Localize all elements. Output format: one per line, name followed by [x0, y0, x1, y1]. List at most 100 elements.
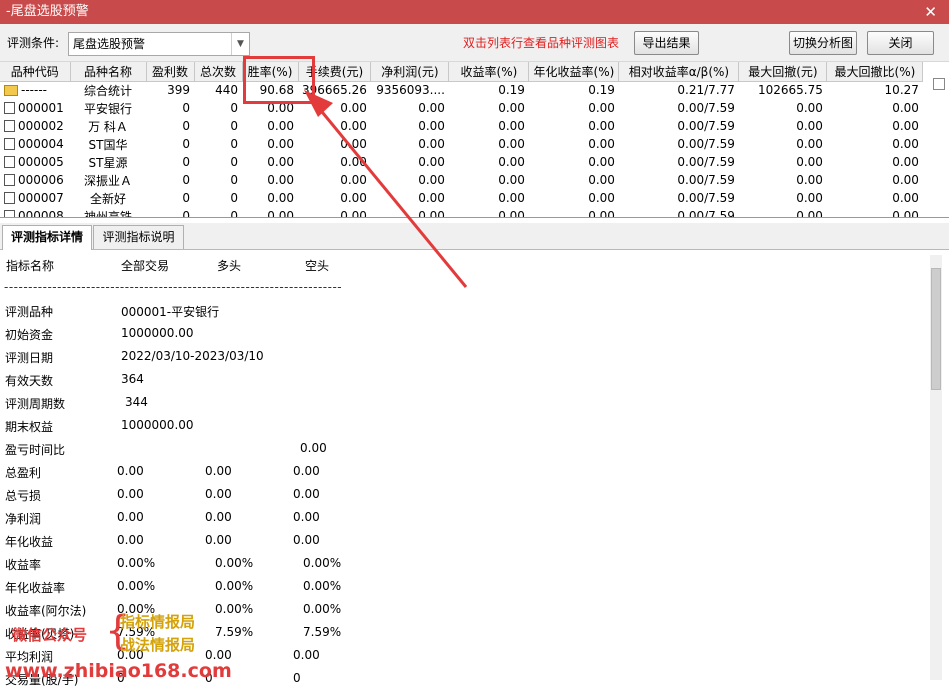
close-button[interactable]: 关闭 — [867, 31, 934, 55]
metric-value: 0.00 — [293, 464, 320, 478]
cell: 0.19 — [498, 83, 525, 98]
cell: 0.00 — [588, 155, 615, 169]
cell: 0.00 — [588, 191, 615, 205]
detail-header-name: 指标名称 — [6, 259, 55, 273]
cell: 全新好 — [89, 191, 126, 206]
cell: 0.00 — [267, 155, 294, 169]
cell-code-text: ------ — [21, 83, 47, 98]
cell: 0.00/7.59 — [677, 209, 735, 218]
column-header[interactable]: 品种名称 — [70, 62, 147, 82]
watermark-brand1: 指标情报局 — [120, 613, 196, 631]
table-row[interactable]: 000007 全新好 0 0 0.00 0.00 0.00 0.00 0.00 0.00/7.59… — [0, 189, 923, 207]
results-grid: 品种代码 品种名称 盈利数 总次数 胜率(%) 手续费(元) 净利润(元) 收益率(%) 年化收… — [0, 62, 949, 218]
metric-value: 7.59% — [303, 625, 342, 639]
metric-label: 收益率(阿尔法) — [5, 604, 87, 618]
metric-value: 0.00% — [303, 579, 342, 593]
cell-code-text: 000001 — [18, 101, 64, 115]
table-row[interactable]: 000008 神州高铁 0 0 0.00 0.00 0.00 0.00 0.00 0.00/7.5… — [0, 207, 923, 218]
grid-scroll-button[interactable] — [933, 78, 945, 90]
cell: 0.00 — [796, 101, 823, 115]
column-header[interactable]: 净利润(元) — [370, 62, 450, 82]
metric-value: 0.00% — [117, 579, 156, 593]
metric-value: 0.00% — [215, 602, 254, 616]
cell: 0.00 — [340, 119, 367, 133]
hint-text: 双击列表行查看品种评测图表 — [463, 36, 620, 50]
cell-code: 000005 — [0, 153, 70, 171]
info-label: 评测周期数 — [5, 397, 66, 411]
metric-value: 0.00 — [293, 487, 320, 501]
cell: 0.00 — [796, 209, 823, 218]
cell: ST国华 — [88, 137, 128, 152]
cell: 0 — [230, 101, 238, 115]
table-row[interactable]: 000005 ST星源 0 0 0.00 0.00 0.00 0.00 0.00 0.00/7.5… — [0, 153, 923, 171]
info-value: 1000000.00 — [121, 418, 194, 432]
watermark-site: www.zhibiao168.com — [5, 660, 232, 682]
column-header[interactable]: 盈利数 — [146, 62, 195, 82]
cell: 0 — [182, 173, 190, 187]
condition-label: 评测条件: — [7, 36, 60, 50]
column-header[interactable]: 年化收益率(%) — [528, 62, 620, 82]
condition-value: 尾盘选股预警 — [73, 37, 146, 51]
cell: 0.00/7.59 — [677, 191, 735, 205]
cell: 0.00/7.59 — [677, 137, 735, 151]
detail-header-long: 多头 — [217, 259, 242, 273]
cell: 0.00 — [267, 191, 294, 205]
cell: 0.00 — [418, 155, 445, 169]
column-header[interactable]: 最大回撤比(%) — [826, 62, 924, 82]
cell: 0.00 — [588, 209, 615, 218]
table-row[interactable]: 000004 ST国华 0 0 0.00 0.00 0.00 0.00 0.00 0.00/7.5… — [0, 135, 923, 153]
cell: 0.00 — [340, 173, 367, 187]
cell: 神州高铁 — [83, 209, 132, 218]
window-titlebar: -尾盘选股预警 ✕ — [0, 0, 949, 24]
cell: 0.00 — [267, 173, 294, 187]
watermark-brand2: 战法情报局 — [120, 636, 196, 654]
table-row[interactable]: ------ 综合统计 399 440 90.68 396665.26 9356093...… — [0, 81, 923, 99]
switch-chart-button[interactable]: 切换分析图 — [789, 31, 857, 55]
export-button[interactable]: 导出结果 — [634, 31, 699, 55]
chevron-down-icon[interactable]: ▼ — [231, 33, 249, 55]
metric-value: 0.00 — [117, 510, 144, 524]
cell: 0 — [182, 209, 190, 218]
close-icon[interactable]: ✕ — [924, 0, 937, 24]
cell: 0.00 — [340, 137, 367, 151]
cell: 0 — [182, 101, 190, 115]
metric-value: 0.00% — [303, 556, 342, 570]
results-table: 品种代码 品种名称 盈利数 总次数 胜率(%) 手续费(元) 净利润(元) 收益率(%) 年化收… — [0, 62, 924, 218]
column-header[interactable]: 相对收益率α/β(%) — [618, 62, 740, 82]
stock-icon — [4, 192, 15, 204]
cell: 0.00 — [340, 155, 367, 169]
cell: 0.00 — [588, 173, 615, 187]
condition-select[interactable]: 尾盘选股预警 ▼ — [68, 32, 250, 56]
tab-details[interactable]: 评测指标详情 — [2, 225, 92, 250]
tab-explanation[interactable]: 评测指标说明 — [93, 225, 184, 249]
info-value: 2022/03/10-2023/03/10 — [121, 349, 264, 363]
metric-value: 0.00 — [205, 487, 232, 501]
column-header[interactable]: 收益率(%) — [448, 62, 530, 82]
cell: 万 科Ａ — [88, 119, 128, 134]
metric-value: 7.59% — [215, 625, 254, 639]
cell: 0.00 — [892, 155, 919, 169]
table-row[interactable]: 000006 深振业Ａ 0 0 0.00 0.00 0.00 0.00 0.00 0.00/7.5… — [0, 171, 923, 189]
metric-value: 0.00 — [205, 510, 232, 524]
watermark-wechat: 微信公众号 — [12, 626, 88, 644]
table-row[interactable]: 000002 万 科Ａ 0 0 0.00 0.00 0.00 0.00 0.00 0.00/7.5… — [0, 117, 923, 135]
column-header[interactable]: 总次数 — [194, 62, 243, 82]
cell-code: 000008 — [0, 207, 70, 217]
info-label: 评测品种 — [5, 305, 54, 319]
cell: 0.00 — [588, 119, 615, 133]
table-row[interactable]: 000001 平安银行 0 0 0.00 0.00 0.00 0.00 0.00 0.00/7.5… — [0, 99, 923, 117]
cell-code: 000006 — [0, 171, 70, 189]
cell: 0.00 — [498, 101, 525, 115]
column-header[interactable]: 最大回撤(元) — [738, 62, 828, 82]
column-header[interactable]: 品种代码 — [0, 62, 71, 82]
cell: 平安银行 — [83, 101, 132, 116]
cell-code: 000004 — [0, 135, 70, 153]
info-value: 1000000.00 — [121, 326, 194, 340]
stock-icon — [4, 156, 15, 168]
cell: ST星源 — [88, 155, 128, 170]
cell: 0 — [230, 155, 238, 169]
cell: 440 — [215, 83, 238, 98]
info-value: 000001-平安银行 — [121, 305, 220, 319]
detail-scrollbar-thumb[interactable] — [931, 268, 941, 390]
cell: 9356093.... — [376, 83, 445, 98]
